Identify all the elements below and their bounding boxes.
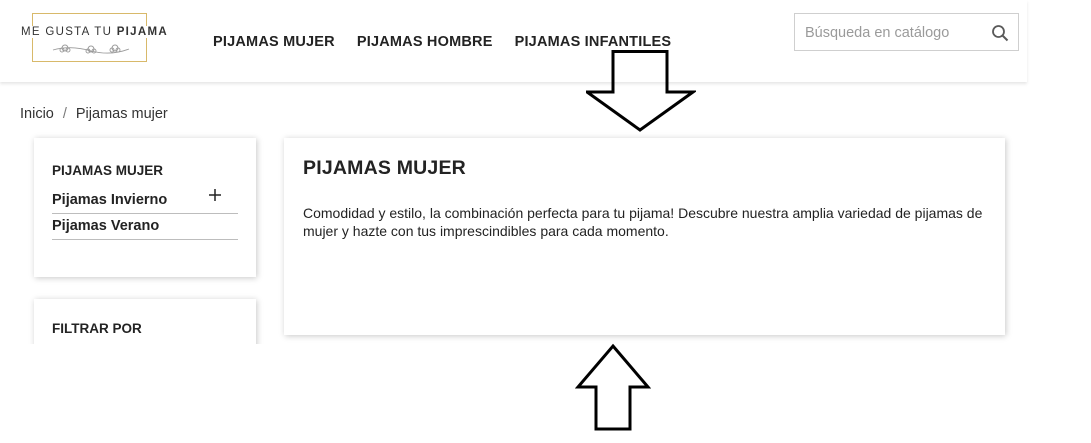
nav-pijamas-infantiles[interactable]: PIJAMAS INFANTILES bbox=[515, 34, 672, 50]
category-item-label[interactable]: Pijamas Invierno bbox=[52, 192, 167, 208]
nav-pijamas-mujer[interactable]: PIJAMAS MUJER bbox=[213, 34, 335, 50]
category-card: PIJAMAS MUJER Pijamas Invierno Pijamas V… bbox=[34, 138, 256, 277]
category-description-card: PIJAMAS MUJER Comodidad y estilo, la com… bbox=[284, 138, 1005, 335]
search-box bbox=[794, 13, 1019, 51]
up-arrow-icon bbox=[575, 343, 651, 431]
breadcrumb-current[interactable]: Pijamas mujer bbox=[76, 106, 168, 122]
site-header: ME GUSTA TU PIJAMA PIJAMAS MUJER PIJAMAS… bbox=[0, 0, 1027, 82]
site-logo[interactable]: ME GUSTA TU PIJAMA bbox=[19, 13, 169, 62]
page-title: PIJAMAS MUJER bbox=[303, 157, 466, 179]
breadcrumb-home[interactable]: Inicio bbox=[20, 106, 54, 122]
breadcrumb-separator: / bbox=[62, 106, 67, 122]
breadcrumb: Inicio / Pijamas mujer bbox=[20, 106, 168, 122]
category-description: Comodidad y estilo, la combinación perfe… bbox=[303, 205, 983, 239]
cotton-flowers-icon bbox=[52, 44, 130, 54]
main-nav: PIJAMAS MUJER PIJAMAS HOMBRE PIJAMAS INF… bbox=[213, 34, 671, 50]
search-icon[interactable] bbox=[991, 24, 1009, 42]
category-item-verano[interactable]: Pijamas Verano bbox=[52, 216, 238, 240]
search-input[interactable] bbox=[803, 22, 987, 44]
category-item-label[interactable]: Pijamas Verano bbox=[52, 218, 159, 234]
down-arrow-icon bbox=[586, 50, 696, 132]
filter-title: FILTRAR POR bbox=[52, 321, 142, 336]
category-item-invierno[interactable]: Pijamas Invierno bbox=[52, 188, 238, 214]
nav-pijamas-hombre[interactable]: PIJAMAS HOMBRE bbox=[357, 34, 493, 50]
plus-icon[interactable] bbox=[208, 188, 222, 202]
screenshot-cutoff bbox=[0, 344, 1091, 443]
category-title[interactable]: PIJAMAS MUJER bbox=[52, 163, 163, 178]
logo-text: ME GUSTA TU PIJAMA bbox=[19, 26, 169, 38]
